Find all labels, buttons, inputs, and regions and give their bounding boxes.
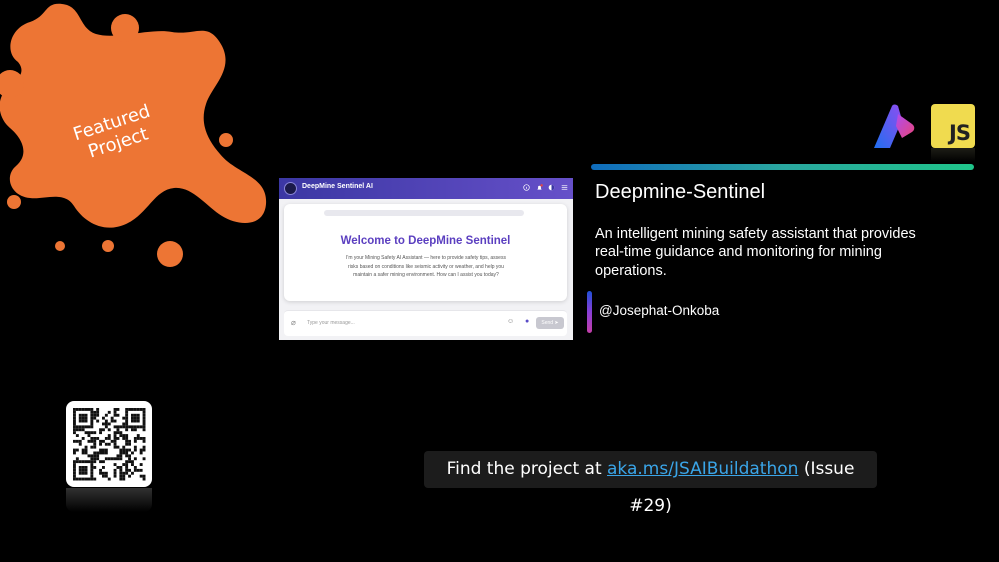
qr-code-icon — [73, 408, 146, 481]
theme-toggle-icon — [548, 184, 555, 191]
bell-icon — [537, 184, 543, 190]
emoji-icon: ☺ — [507, 318, 515, 325]
app-avatar — [284, 182, 297, 195]
link-prefix: Find the project at — [446, 459, 608, 479]
message-bar: ⌀ Type your message... ☺ ● Send ➤ — [284, 310, 567, 336]
welcome-intro: I'm your Mining Safety AI Assistant — he… — [346, 255, 506, 278]
project-link-text: Find the project at aka.ms/JSAIBuildatho… — [424, 451, 877, 516]
gradient-divider — [591, 164, 974, 170]
project-screenshot: DeepMine Sentinel AI Welcome to DeepMine… — [279, 178, 573, 340]
info-icon — [523, 184, 530, 191]
attach-icon: ⌀ — [291, 318, 296, 327]
send-label: Send — [541, 320, 554, 326]
js-logo-reflection — [931, 148, 975, 162]
project-description: An intelligent mining safety assistant t… — [595, 226, 916, 279]
welcome-heading: Welcome to DeepMine Sentinel — [340, 235, 511, 247]
qr-reflection — [66, 488, 152, 512]
project-title: Deepmine-Sentinel — [595, 181, 766, 203]
project-link-box: Find the project at aka.ms/JSAIBuildatho… — [424, 451, 877, 516]
javascript-logo-icon: JS — [931, 104, 975, 148]
message-input: Type your message... — [307, 320, 355, 326]
project-link[interactable]: aka.ms/JSAIBuildathon — [607, 459, 798, 479]
author-handle: @Josephat-Onkoba — [599, 303, 720, 318]
blurred-text — [324, 210, 524, 216]
menu-icon — [561, 185, 568, 190]
microphone-icon: ● — [525, 318, 530, 325]
qr-code — [66, 401, 152, 487]
app-title: DeepMine Sentinel AI — [302, 183, 373, 190]
app-header: DeepMine Sentinel AI — [279, 178, 573, 199]
js-logo-label: JS — [949, 121, 971, 145]
send-button: Send ➤ — [536, 317, 564, 329]
author-accent-bar — [587, 291, 592, 333]
azure-logo-icon — [874, 104, 915, 148]
welcome-card: Welcome to DeepMine Sentinel I'm your Mi… — [284, 204, 567, 301]
